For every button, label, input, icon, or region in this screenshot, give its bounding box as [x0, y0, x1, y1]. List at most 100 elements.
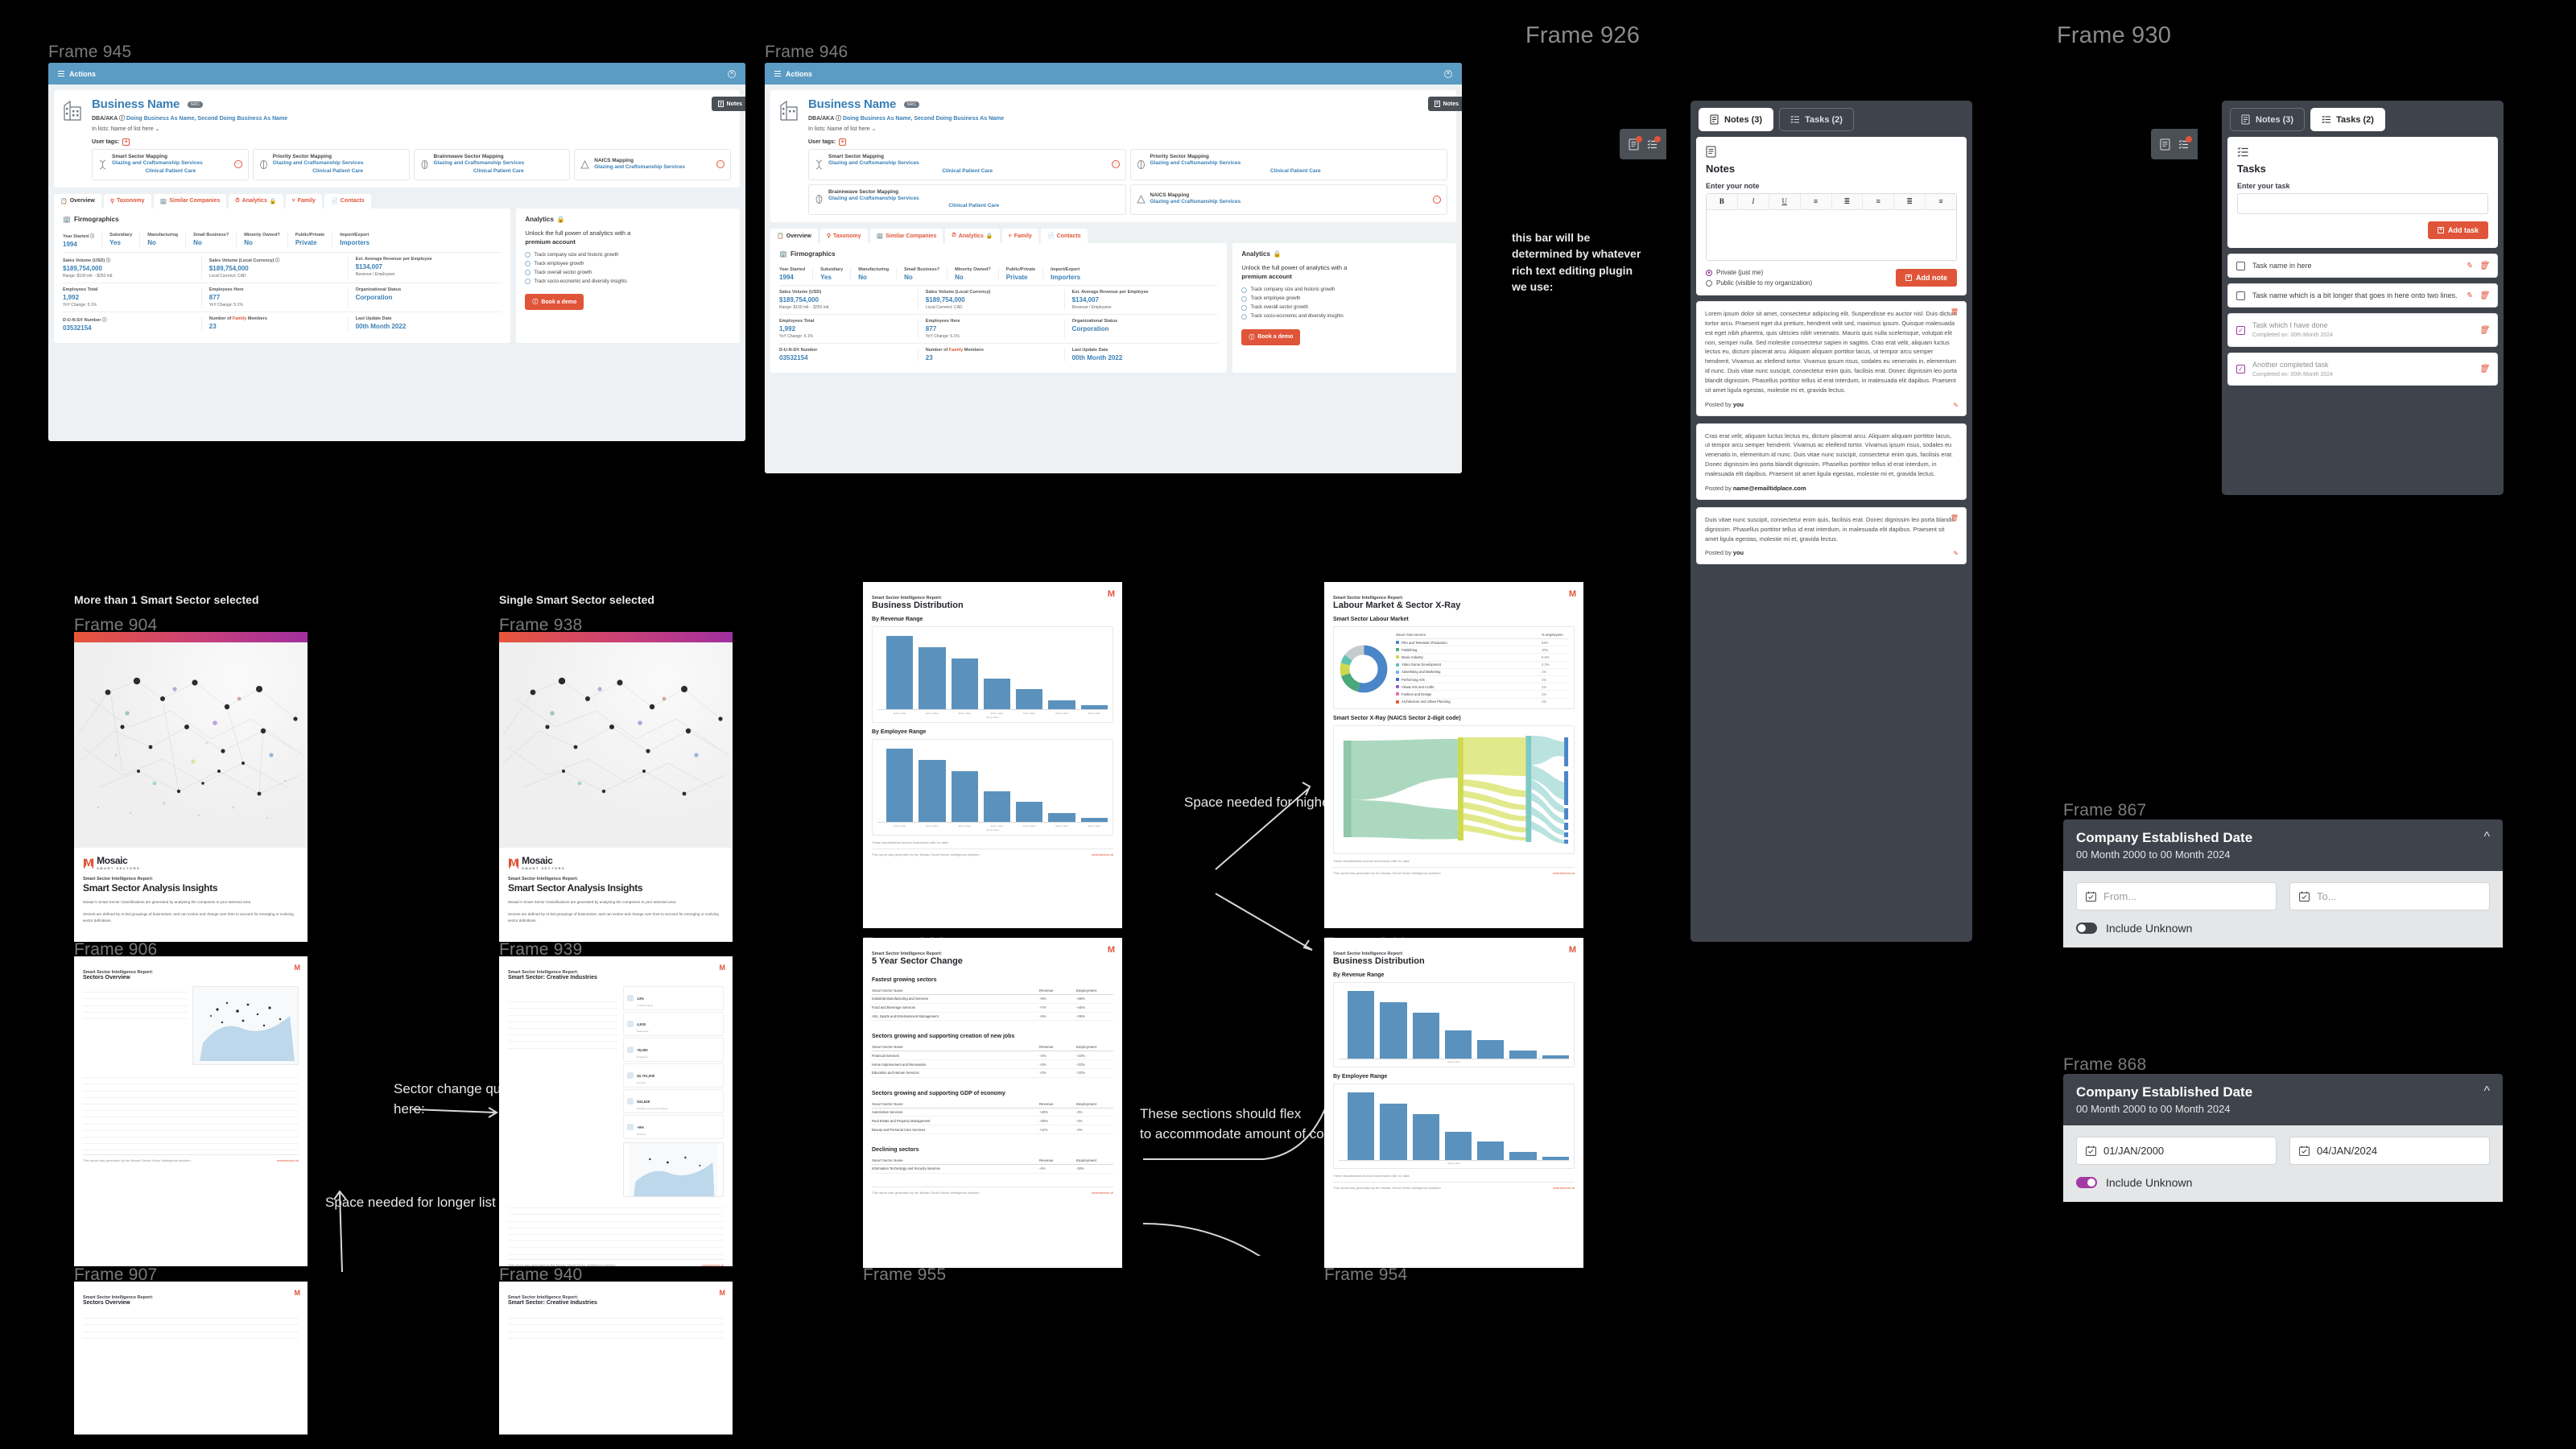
mapping-card[interactable]: Smart Sector Mapping Glazing and Craftsm…	[808, 149, 1126, 180]
mapping-line2[interactable]: Clinical Patient Care	[273, 167, 403, 175]
in-lists-value[interactable]: Name of list here	[111, 126, 154, 132]
tasklist-badge-icon[interactable]	[1647, 135, 1661, 151]
report-footer-link[interactable]: smartsectors.ai	[702, 1263, 724, 1267]
mapping-card[interactable]: NAICS Mapping Glazing and Craftsmanship …	[574, 149, 731, 180]
include-unknown-toggle[interactable]	[2076, 923, 2097, 934]
mapping-line2[interactable]: Clinical Patient Care	[434, 167, 564, 175]
mapping-line2[interactable]: Clinical Patient Care	[828, 167, 1107, 175]
report-footer-link[interactable]: smartsectors.ai	[277, 1158, 299, 1162]
hamburger-icon[interactable]	[58, 71, 64, 76]
filter-header[interactable]: Company Established Date 00 Month 2000 t…	[2063, 819, 2503, 871]
delete-icon[interactable]: 🗑	[2479, 365, 2489, 374]
delete-icon[interactable]: 🗑	[1951, 514, 1959, 522]
info-icon[interactable]: ⓘ	[102, 318, 107, 323]
mapping-line1[interactable]: Glazing and Craftsmanship Services	[828, 159, 1107, 167]
tasklist-badge-icon[interactable]	[2178, 135, 2192, 151]
mapping-card[interactable]: Brainnwave Sector Mapping Glazing and Cr…	[808, 184, 1126, 215]
edit-icon[interactable]: ✎	[2466, 262, 2472, 270]
tab-contacts[interactable]: 📄 Contacts	[324, 193, 371, 208]
delete-icon[interactable]: 🗑	[2479, 291, 2489, 300]
tasks-rail[interactable]	[2151, 129, 2198, 159]
notes-rail[interactable]	[1620, 129, 1666, 159]
align-center-button[interactable]: ≣	[1832, 194, 1864, 209]
tab-family[interactable]: ⑂ Family	[285, 193, 322, 208]
mapping-line1[interactable]: Glazing and Craftsmanship Services	[273, 159, 403, 167]
italic-button[interactable]: I	[1738, 194, 1769, 209]
info-icon[interactable]: ⓘ	[90, 234, 95, 239]
note-card[interactable]: Duis vitae nunc suscipit, consectetur en…	[1696, 506, 1967, 565]
mapping-line2[interactable]: Clinical Patient Care	[1150, 167, 1442, 175]
add-tag-button[interactable]: +	[839, 138, 847, 146]
tab-similar-companies[interactable]: 🏢 Similar Companies	[153, 193, 227, 208]
note-card[interactable]: Cras erat velit, aliquam luctus lectus e…	[1696, 423, 1967, 500]
tab-notes[interactable]: Notes (3)	[1699, 108, 1774, 131]
date-to-field[interactable]: 04/JAN/2024	[2289, 1137, 2490, 1165]
book-demo-button[interactable]: ⓘ Book a demo	[1241, 328, 1301, 345]
mapping-card[interactable]: Brainnwave Sector Mapping Glazing and Cr…	[413, 149, 571, 180]
edit-icon[interactable]: ✎	[1953, 550, 1959, 557]
task-row[interactable]: Task name in here ✎ 🗑	[2227, 254, 2498, 279]
radio-public[interactable]: Public (visible to my organization)	[1706, 279, 1812, 287]
close-icon[interactable]: ✕	[1444, 69, 1452, 78]
tab-tasks[interactable]: Tasks (2)	[1779, 108, 1854, 131]
tab-overview[interactable]: 📋 Overview	[770, 229, 818, 243]
hamburger-icon[interactable]	[774, 71, 781, 76]
actions-label[interactable]: Actions	[786, 70, 812, 78]
notes-button[interactable]: Notes	[1427, 97, 1462, 111]
mapping-line1[interactable]: Glazing and Craftsmanship Services	[828, 195, 1120, 203]
date-filter-frame-867[interactable]: Company Established Date 00 Month 2000 t…	[2063, 819, 2503, 972]
unordered-list-button[interactable]: ≡	[1926, 194, 1956, 209]
task-checkbox-checked[interactable]: ✓	[2236, 325, 2245, 335]
notes-button[interactable]: Notes	[711, 97, 745, 111]
chevron-down-icon[interactable]: ⌄	[155, 126, 160, 132]
note-textarea[interactable]	[1707, 210, 1956, 260]
mapping-card[interactable]: Priority Sector Mapping Glazing and Craf…	[252, 149, 410, 180]
delete-icon[interactable]: 🗑	[2479, 326, 2489, 335]
tab-taxonomy[interactable]: ⚲ Taxonomy	[103, 193, 151, 208]
date-to-field[interactable]: To...	[2289, 882, 2490, 910]
business-card-frame-946[interactable]: Actions ✕ Business Name SRC DBA/AKA ⓘ Do…	[765, 63, 1462, 473]
info-icon[interactable]: ⓘ	[836, 116, 841, 122]
task-checkbox[interactable]	[2236, 261, 2245, 270]
actions-label[interactable]: Actions	[69, 70, 96, 78]
more-options-icon[interactable]: ⋯	[716, 160, 724, 169]
add-note-button[interactable]: + Add note	[1896, 269, 1957, 287]
mapping-line2[interactable]: Clinical Patient Care	[828, 202, 1120, 210]
date-filter-frame-868[interactable]: Company Established Date 00 Month 2000 t…	[2063, 1074, 2503, 1227]
mapping-card[interactable]: Smart Sector Mapping Glazing and Craftsm…	[92, 149, 249, 180]
tab-family[interactable]: ⑂ Family	[1001, 229, 1038, 243]
mapping-line1[interactable]: Glazing and Craftsmanship Services	[1150, 159, 1442, 167]
tab-notes[interactable]: Notes (3)	[2230, 108, 2306, 131]
note-badge-icon[interactable]	[1629, 135, 1642, 151]
mapping-line1[interactable]: Glazing and Craftsmanship Services	[594, 163, 712, 171]
date-from-field[interactable]: 01/JAN/2000	[2076, 1137, 2277, 1165]
mapping-card[interactable]: Priority Sector Mapping Glazing and Craf…	[1129, 149, 1447, 180]
chevron-up-icon[interactable]: ^	[2483, 830, 2490, 844]
tab-overview[interactable]: 📋 Overview	[54, 193, 101, 208]
rich-text-editor[interactable]: B I U ≡ ≣ ≡ ≣ ≡	[1706, 193, 1957, 261]
mapping-line1[interactable]: Glazing and Craftsmanship Services	[112, 159, 229, 167]
add-task-button[interactable]: + Add task	[2427, 221, 2488, 239]
tab-tasks[interactable]: Tasks (2)	[2310, 108, 2385, 131]
tab-similar-companies[interactable]: 🏢 Similar Companies	[869, 229, 943, 243]
task-input[interactable]	[2237, 193, 2488, 214]
report-footer-link[interactable]: smartsectors.ai	[1553, 871, 1575, 875]
report-footer-link[interactable]: smartsectors.ai	[1092, 1191, 1113, 1195]
include-unknown-toggle[interactable]	[2076, 1177, 2097, 1188]
filter-header[interactable]: Company Established Date 00 Month 2000 t…	[2063, 1074, 2503, 1125]
align-left-button[interactable]: ≡	[1801, 194, 1832, 209]
more-options-icon[interactable]: ⋯	[233, 160, 242, 169]
report-footer-link[interactable]: smartsectors.ai	[1553, 1186, 1575, 1190]
underline-button[interactable]: U	[1769, 194, 1801, 209]
radio-private[interactable]: Private (just me)	[1706, 269, 1812, 276]
delete-icon[interactable]: 🗑	[2479, 262, 2489, 270]
tab-analytics[interactable]: ⏱ Analytics 🔒	[945, 229, 1000, 243]
ordered-list-button[interactable]: ≣	[1894, 194, 1926, 209]
tab-analytics[interactable]: ⏱ Analytics 🔒	[229, 193, 283, 208]
chevron-up-icon[interactable]: ^	[2483, 1084, 2490, 1099]
mapping-card[interactable]: NAICS Mapping Glazing and Craftsmanship …	[1129, 184, 1447, 215]
task-row[interactable]: ✓ Task which I have done Completed on: 00…	[2227, 313, 2498, 347]
more-options-icon[interactable]: ⋯	[1433, 195, 1441, 204]
note-badge-icon[interactable]	[2160, 138, 2171, 151]
tab-taxonomy[interactable]: ⚲ Taxonomy	[819, 229, 868, 243]
